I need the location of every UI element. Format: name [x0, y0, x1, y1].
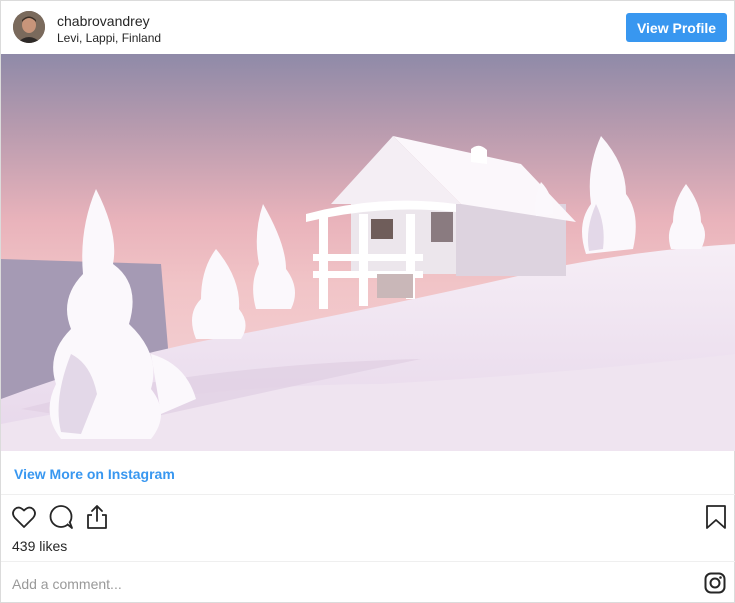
heart-icon[interactable]: [11, 504, 37, 530]
location[interactable]: Levi, Lappi, Finland: [57, 31, 161, 45]
avatar[interactable]: [13, 11, 45, 43]
view-profile-button[interactable]: View Profile: [626, 13, 727, 42]
post-header: chabrovandrey Levi, Lappi, Finland View …: [1, 1, 735, 54]
instagram-embed: chabrovandrey Levi, Lappi, Finland View …: [0, 0, 735, 603]
divider: [1, 494, 735, 495]
instagram-icon[interactable]: [704, 572, 726, 594]
post-photo[interactable]: [1, 54, 735, 451]
bookmark-icon[interactable]: [703, 504, 729, 530]
comment-input[interactable]: [12, 573, 662, 595]
view-more-link[interactable]: View More on Instagram: [14, 466, 175, 482]
divider: [1, 561, 735, 562]
comment-icon[interactable]: [48, 504, 74, 530]
share-icon[interactable]: [84, 504, 110, 530]
username[interactable]: chabrovandrey: [57, 13, 150, 29]
likes-count[interactable]: 439 likes: [12, 538, 67, 554]
